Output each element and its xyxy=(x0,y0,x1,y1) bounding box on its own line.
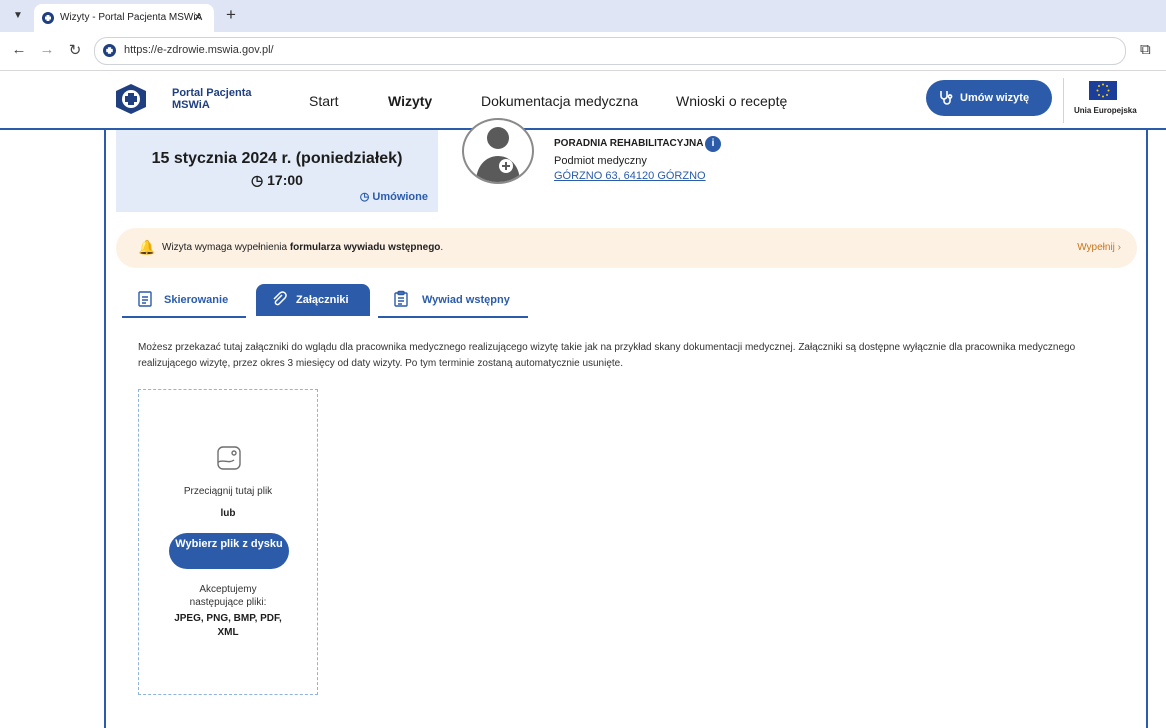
tab-skierowanie[interactable]: Skierowanie xyxy=(122,284,246,318)
nav-wnioski[interactable]: Wnioski o receptę xyxy=(676,93,787,109)
site-header: Portal Pacjenta MSWiA Start Wizyty Dokum… xyxy=(0,71,1166,130)
tab-wywiad[interactable]: Wywiad wstępny xyxy=(378,284,528,318)
tab-skierowanie-label: Skierowanie xyxy=(164,294,229,306)
tab-zalaczniki[interactable]: Załączniki xyxy=(256,284,370,316)
visit-time-value: 17:00 xyxy=(267,172,303,188)
tab-list-chevron-icon[interactable]: ▼ xyxy=(10,8,26,24)
alert-text-suffix: . xyxy=(440,242,444,253)
accepted-files-label: Akceptujemy następujące pliki: xyxy=(189,584,267,608)
eu-label: Unia Europejska xyxy=(1074,106,1137,115)
medical-entity-label: Podmiot medyczny xyxy=(554,155,647,167)
attachments-description: Możesz przekazać tutaj załączniki do wgl… xyxy=(138,342,1076,369)
nav-wizyty[interactable]: Wizyty xyxy=(388,93,432,109)
nav-dokumentacja[interactable]: Dokumentacja medyczna xyxy=(481,93,638,109)
brand-line1: Portal Pacjenta xyxy=(172,87,252,99)
alert-text-prefix: Wizyta wymaga wypełnienia xyxy=(162,242,290,253)
questionnaire-alert: 🔔 Wizyta wymaga wypełnienia formularza w… xyxy=(116,228,1137,268)
url-text: https://e-zdrowie.mswia.gov.pl/ xyxy=(124,44,274,56)
file-drop-zone[interactable]: Przeciągnij tutaj plik lub Wybierz plik … xyxy=(138,389,318,695)
forward-icon[interactable]: → xyxy=(38,41,56,58)
site-favicon-icon xyxy=(42,12,54,24)
eu-logo: Unia Europejska xyxy=(1063,78,1144,123)
visit-time: ◷ 17:00 xyxy=(116,172,438,189)
brand-line2: MSWiA xyxy=(172,99,210,111)
browser-tab[interactable]: Wizyty - Portal Pacjenta MSWiA × xyxy=(34,4,214,32)
choose-file-button[interactable]: Wybierz plik z dysku xyxy=(169,533,289,569)
tab-title: Wizyty - Portal Pacjenta MSWiA xyxy=(60,12,203,23)
visit-date: 15 stycznia 2024 r. (poniedziałek) xyxy=(151,150,403,167)
browser-toolbar: ← → ↻ https://e-zdrowie.mswia.gov.pl/ ⧉ xyxy=(0,32,1166,71)
close-tab-icon[interactable]: × xyxy=(194,9,202,24)
status-clock-icon: ◷ xyxy=(359,191,370,203)
visit-date-box: 15 stycznia 2024 r. (poniedziałek) ◷ 17:… xyxy=(116,130,438,212)
browser-tabbar: ▼ Wizyty - Portal Pacjenta MSWiA × + xyxy=(0,0,1166,32)
clipboard-icon xyxy=(394,290,408,307)
eu-flag-icon xyxy=(1089,81,1117,100)
stethoscope-icon xyxy=(940,91,953,105)
fill-form-link[interactable]: Wypełnij › xyxy=(1077,242,1121,253)
alert-text-bold: formularza wywiadu wstępnego xyxy=(289,242,441,253)
accepted-formats: JPEG, PNG, BMP, PDF, XML xyxy=(174,613,282,638)
tab-zalaczniki-label: Załączniki xyxy=(296,294,349,306)
address-bar[interactable]: https://e-zdrowie.mswia.gov.pl/ xyxy=(94,37,1126,65)
bell-icon: 🔔 xyxy=(138,239,156,255)
clinic-name: PORADNIA REHABILITACYJNA xyxy=(554,138,704,149)
back-icon[interactable]: ← xyxy=(10,41,28,58)
status-badge: ◷ Umówione xyxy=(360,190,428,203)
brand-name[interactable]: Portal Pacjenta MSWiA xyxy=(172,87,251,111)
clock-icon: ◷ xyxy=(251,172,264,188)
paperclip-icon xyxy=(273,291,287,306)
nav-start[interactable]: Start xyxy=(309,93,339,109)
doctor-avatar-icon xyxy=(462,118,534,184)
referral-icon xyxy=(138,291,152,307)
new-tab-icon[interactable]: + xyxy=(226,5,236,25)
book-visit-button[interactable]: Umów wizytę xyxy=(926,80,1052,116)
site-info-icon[interactable] xyxy=(103,44,116,57)
or-text: lub xyxy=(220,508,236,519)
info-icon[interactable]: i xyxy=(705,136,721,152)
book-visit-label: Umów wizytę xyxy=(960,92,1030,104)
drag-here-text: Przeciągnij tutaj plik xyxy=(183,486,273,497)
reload-icon[interactable]: ↻ xyxy=(66,41,84,59)
status-label: Umówione xyxy=(372,191,428,203)
clinic-address-link[interactable]: GÓRZNO 63, 64120 GÓRZNO xyxy=(554,170,706,182)
portal-logo-icon[interactable] xyxy=(113,83,149,115)
tab-wywiad-label: Wywiad wstępny xyxy=(422,294,510,306)
extensions-icon[interactable]: ⧉ xyxy=(1140,41,1151,58)
image-file-icon xyxy=(217,446,241,470)
alert-text: Wizyta wymaga wypełnienia formularza wyw… xyxy=(162,242,443,253)
